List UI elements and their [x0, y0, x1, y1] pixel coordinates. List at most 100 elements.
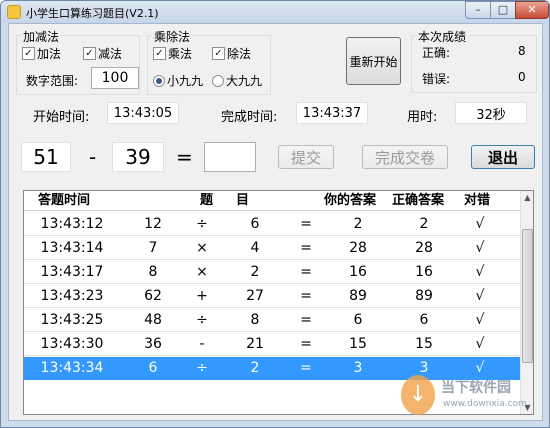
submit-button[interactable]: 提交 — [278, 145, 334, 169]
wrong-count: 0 — [518, 70, 526, 84]
score-group: 本次成绩 正确: 8 错误: 0 — [411, 28, 537, 93]
small-table-label: 小九九 — [167, 74, 204, 88]
app-icon — [7, 5, 21, 19]
cell-result: √ — [475, 240, 485, 256]
cell-result: √ — [475, 336, 485, 352]
cell-operator: + — [196, 288, 208, 304]
col-header-your-answer[interactable]: 你的答案 — [324, 191, 376, 211]
scroll-up-arrow-icon[interactable]: ▲ — [521, 191, 533, 204]
cell-equals: = — [300, 336, 312, 352]
check-mark-icon: ✓ — [22, 47, 35, 60]
cell-your-answer: 28 — [349, 240, 367, 256]
cell-operand-b: 2 — [250, 360, 260, 376]
mul-checkbox[interactable]: ✓ 乘法 — [153, 45, 192, 62]
sub-checkbox-label: 减法 — [98, 47, 123, 61]
cell-operator: - — [199, 336, 205, 352]
cell-operand-a: 48 — [144, 312, 162, 328]
range-label: 数字范围: — [26, 74, 79, 88]
cell-operator: × — [196, 240, 208, 256]
cell-equals: = — [300, 240, 312, 256]
answer-input[interactable] — [204, 142, 256, 172]
operand-a: 51 — [21, 142, 71, 172]
maximize-button[interactable]: □ — [490, 1, 516, 19]
minimize-button[interactable]: – — [465, 1, 491, 19]
cell-your-answer: 6 — [353, 312, 363, 328]
watermark-text: 当下软件园 — [441, 380, 511, 396]
add-sub-group-title: 加减法 — [21, 28, 62, 45]
cell-result: √ — [475, 312, 485, 328]
cell-operator: × — [196, 264, 208, 280]
cell-time: 13:43:12 — [40, 216, 104, 232]
elapsed-label: 用时: — [407, 110, 438, 125]
col-header-correct-answer[interactable]: 正确答案 — [392, 191, 444, 211]
col-header-time[interactable]: 答题时间 — [38, 191, 90, 211]
finish-time-value: 13:43:37 — [296, 102, 368, 124]
big-table-radio[interactable]: 大九九 — [212, 72, 262, 89]
div-checkbox-label: 除法 — [227, 47, 252, 61]
exit-button[interactable]: 退出 — [471, 145, 535, 169]
cell-time: 13:43:23 — [40, 288, 104, 304]
col-header-result[interactable]: 对错 — [464, 191, 490, 211]
cell-time: 13:43:25 — [40, 312, 104, 328]
big-table-label: 大九九 — [226, 74, 263, 88]
window-title: 小学生口算练习题目(V2.1) — [26, 7, 159, 20]
wrong-label: 错误: — [422, 72, 451, 86]
table-row[interactable]: 13:43:30 36 - 21 = 15 15 √ — [24, 333, 520, 356]
correct-label: 正确: — [422, 46, 451, 60]
cell-correct-answer: 15 — [415, 336, 433, 352]
cell-time: 13:43:30 — [40, 336, 104, 352]
cell-operator: ÷ — [196, 360, 208, 376]
range-input[interactable]: 100 — [91, 67, 139, 89]
cell-your-answer: 89 — [349, 288, 367, 304]
close-button[interactable]: ✕ — [515, 1, 549, 19]
radio-dot-icon — [153, 74, 165, 87]
finish-button[interactable]: 完成交卷 — [362, 145, 448, 169]
app-window: 小学生口算练习题目(V2.1) – □ ✕ 加减法 ✓ 加法 ✓ 减法 数字范围… — [0, 0, 550, 428]
cell-time: 13:43:17 — [40, 264, 104, 280]
cell-operand-a: 62 — [144, 288, 162, 304]
client-area: 加减法 ✓ 加法 ✓ 减法 数字范围: 100 乘除法 ✓ 乘法 ✓ 除法 小九… — [8, 23, 543, 421]
cell-correct-answer: 28 — [415, 240, 433, 256]
title-bar[interactable]: 小学生口算练习题目(V2.1) – □ ✕ — [1, 1, 549, 23]
correct-count: 8 — [518, 44, 526, 58]
small-table-radio[interactable]: 小九九 — [153, 72, 203, 89]
cell-your-answer: 15 — [349, 336, 367, 352]
add-checkbox[interactable]: ✓ 加法 — [22, 45, 61, 62]
cell-operator: ÷ — [196, 216, 208, 232]
cell-operand-b: 2 — [250, 264, 260, 280]
mul-div-group: 乘除法 ✓ 乘法 ✓ 除法 小九九 大九九 — [147, 28, 271, 95]
table-row[interactable]: 13:43:12 12 ÷ 6 = 2 2 √ — [24, 213, 520, 236]
scrollbar-thumb[interactable] — [522, 229, 533, 363]
table-row[interactable]: 13:43:25 48 ÷ 8 = 6 6 √ — [24, 309, 520, 332]
mul-checkbox-label: 乘法 — [168, 47, 193, 61]
col-header-question-2[interactable]: 目 — [236, 191, 249, 211]
sub-checkbox[interactable]: ✓ 减法 — [83, 45, 122, 62]
table-row[interactable]: 13:43:17 8 × 2 = 16 16 √ — [24, 261, 520, 284]
table-row[interactable]: 13:43:23 62 + 27 = 89 89 √ — [24, 285, 520, 308]
start-time-label: 开始时间: — [33, 110, 90, 125]
cell-correct-answer: 6 — [419, 312, 429, 328]
finish-time-label: 完成时间: — [221, 110, 278, 125]
add-sub-group: 加减法 ✓ 加法 ✓ 减法 数字范围: 100 — [16, 28, 140, 95]
cell-correct-answer: 89 — [415, 288, 433, 304]
cell-result: √ — [475, 216, 485, 232]
operator: - — [89, 145, 97, 169]
cell-operand-b: 27 — [246, 288, 264, 304]
cell-time: 13:43:34 — [40, 360, 104, 376]
cell-operand-b: 6 — [250, 216, 260, 232]
operand-b: 39 — [112, 142, 164, 172]
cell-operator: ÷ — [196, 312, 208, 328]
div-checkbox[interactable]: ✓ 除法 — [212, 45, 251, 62]
col-header-question-1[interactable]: 题 — [200, 191, 213, 211]
cell-time: 13:43:14 — [40, 240, 104, 256]
check-mark-icon: ✓ — [83, 47, 96, 60]
cell-your-answer: 2 — [353, 216, 363, 232]
cell-operand-b: 4 — [250, 240, 260, 256]
watermark-logo-icon: ↓ — [401, 375, 435, 415]
cell-equals: = — [300, 288, 312, 304]
cell-operand-a: 6 — [148, 360, 158, 376]
restart-button[interactable]: 重新开始 — [346, 37, 401, 85]
cell-equals: = — [300, 216, 312, 232]
table-row[interactable]: 13:43:14 7 × 4 = 28 28 √ — [24, 237, 520, 260]
radio-dot-icon — [212, 74, 224, 87]
